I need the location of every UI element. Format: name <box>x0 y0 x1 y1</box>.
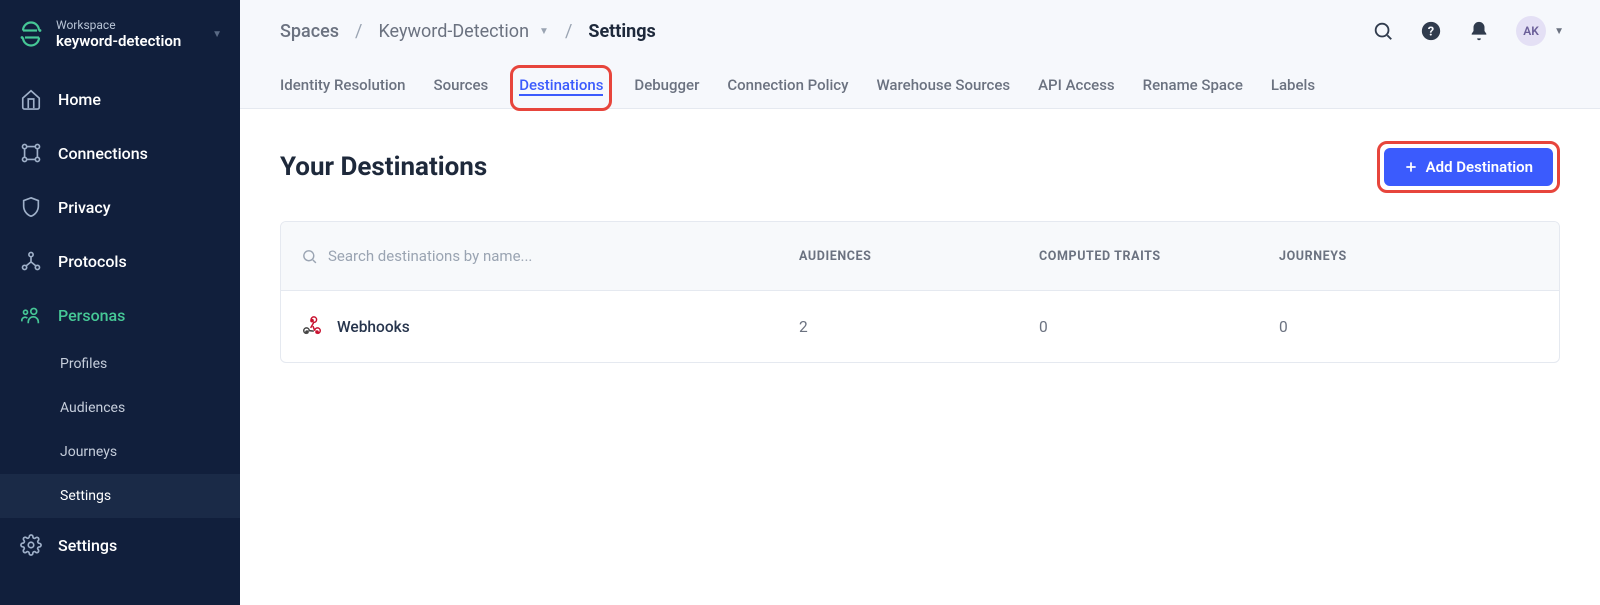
chevron-down-icon: ▼ <box>1554 26 1564 37</box>
sidebar-item-label: Protocols <box>58 252 127 271</box>
search-icon <box>301 248 318 265</box>
tab-debugger[interactable]: Debugger <box>634 72 699 98</box>
col-audiences: AUDIENCES <box>799 249 1039 264</box>
tab-warehouse-sources[interactable]: Warehouse Sources <box>876 72 1010 98</box>
svg-text:?: ? <box>1428 25 1434 40</box>
tab-identity-resolution[interactable]: Identity Resolution <box>280 72 406 98</box>
search-input[interactable] <box>328 247 728 265</box>
sidebar-item-privacy[interactable]: Privacy <box>0 180 240 234</box>
subnav-audiences[interactable]: Audiences <box>0 386 240 430</box>
sidebar-item-label: Home <box>58 90 101 109</box>
col-computed-traits: COMPUTED TRAITS <box>1039 249 1279 264</box>
webhooks-icon <box>301 316 323 338</box>
personas-submenu: Profiles Audiences Journeys Settings <box>0 342 240 518</box>
protocols-icon <box>20 250 42 272</box>
connections-icon <box>20 142 42 164</box>
sidebar: Workspace keyword-detection ▼ Home Conne… <box>0 0 240 605</box>
main-area: Spaces / Keyword-Detection ▼ / Settings … <box>240 0 1600 605</box>
content: Your Destinations Add Destination AUDIEN… <box>240 109 1600 605</box>
chevron-down-icon: ▼ <box>539 26 549 37</box>
workspace-text: Workspace keyword-detection <box>56 18 181 50</box>
chevron-down-icon: ▼ <box>212 29 222 40</box>
tab-destinations[interactable]: Destinations <box>519 76 603 96</box>
sidebar-item-personas[interactable]: Personas <box>0 288 240 342</box>
sidebar-item-connections[interactable]: Connections <box>0 126 240 180</box>
workspace-name: keyword-detection <box>56 32 181 50</box>
sidebar-item-settings[interactable]: Settings <box>0 518 240 572</box>
search-cell <box>301 247 799 265</box>
breadcrumb-spaces[interactable]: Spaces <box>280 21 339 42</box>
col-journeys: JOURNEYS <box>1279 249 1539 264</box>
highlight-ring-destinations: Destinations <box>510 65 612 111</box>
user-menu[interactable]: AK ▼ <box>1516 16 1564 46</box>
sidebar-item-protocols[interactable]: Protocols <box>0 234 240 288</box>
breadcrumb-current: Settings <box>588 21 655 42</box>
cell-audiences: 2 <box>799 318 1039 336</box>
content-header: Your Destinations Add Destination <box>280 141 1560 193</box>
topbar: Spaces / Keyword-Detection ▼ / Settings … <box>240 0 1600 109</box>
home-icon <box>20 88 42 110</box>
help-icon[interactable]: ? <box>1420 20 1442 42</box>
tab-sources[interactable]: Sources <box>434 72 489 98</box>
add-destination-button[interactable]: Add Destination <box>1384 148 1553 186</box>
subnav-settings[interactable]: Settings <box>0 474 240 518</box>
table-header: AUDIENCES COMPUTED TRAITS JOURNEYS <box>281 222 1559 290</box>
page-title: Your Destinations <box>280 152 487 182</box>
destination-name-cell: Webhooks <box>301 316 799 338</box>
workspace-switcher[interactable]: Workspace keyword-detection ▼ <box>0 0 240 72</box>
tab-rename-space[interactable]: Rename Space <box>1143 72 1243 98</box>
bell-icon[interactable] <box>1468 20 1490 42</box>
plus-icon <box>1404 160 1418 174</box>
subnav-journeys[interactable]: Journeys <box>0 430 240 474</box>
sidebar-item-label: Personas <box>58 306 125 325</box>
subnav-profiles[interactable]: Profiles <box>0 342 240 386</box>
breadcrumb-sep: / <box>355 21 362 42</box>
tab-labels[interactable]: Labels <box>1271 72 1315 98</box>
sidebar-item-home[interactable]: Home <box>0 72 240 126</box>
sidebar-item-label: Settings <box>58 536 117 555</box>
cell-computed-traits: 0 <box>1039 318 1279 336</box>
shield-icon <box>20 196 42 218</box>
table-row[interactable]: Webhooks 2 0 0 <box>281 290 1559 362</box>
sidebar-item-label: Privacy <box>58 198 111 217</box>
tab-connection-policy[interactable]: Connection Policy <box>727 72 848 98</box>
avatar: AK <box>1516 16 1546 46</box>
logo-icon <box>18 21 44 47</box>
cell-journeys: 0 <box>1279 318 1539 336</box>
personas-icon <box>20 304 42 326</box>
tabs-row: Identity Resolution Sources Destinations… <box>240 62 1600 108</box>
breadcrumb-space-dropdown[interactable]: Keyword-Detection ▼ <box>378 21 548 42</box>
destinations-table: AUDIENCES COMPUTED TRAITS JOURNEYS Webho… <box>280 221 1560 363</box>
topbar-tools: ? AK ▼ <box>1372 16 1564 46</box>
search-icon[interactable] <box>1372 20 1394 42</box>
topbar-header: Spaces / Keyword-Detection ▼ / Settings … <box>240 0 1600 62</box>
breadcrumb: Spaces / Keyword-Detection ▼ / Settings <box>280 21 656 42</box>
breadcrumb-sep: / <box>565 21 572 42</box>
workspace-label: Workspace <box>56 18 181 32</box>
gear-icon <box>20 534 42 556</box>
tab-api-access[interactable]: API Access <box>1038 72 1115 98</box>
sidebar-item-label: Connections <box>58 144 148 163</box>
destination-name: Webhooks <box>337 318 410 336</box>
highlight-ring-add-destination: Add Destination <box>1377 141 1560 193</box>
sidebar-nav: Home Connections Privacy Protocols Perso… <box>0 72 240 605</box>
breadcrumb-space-name: Keyword-Detection <box>378 21 529 42</box>
